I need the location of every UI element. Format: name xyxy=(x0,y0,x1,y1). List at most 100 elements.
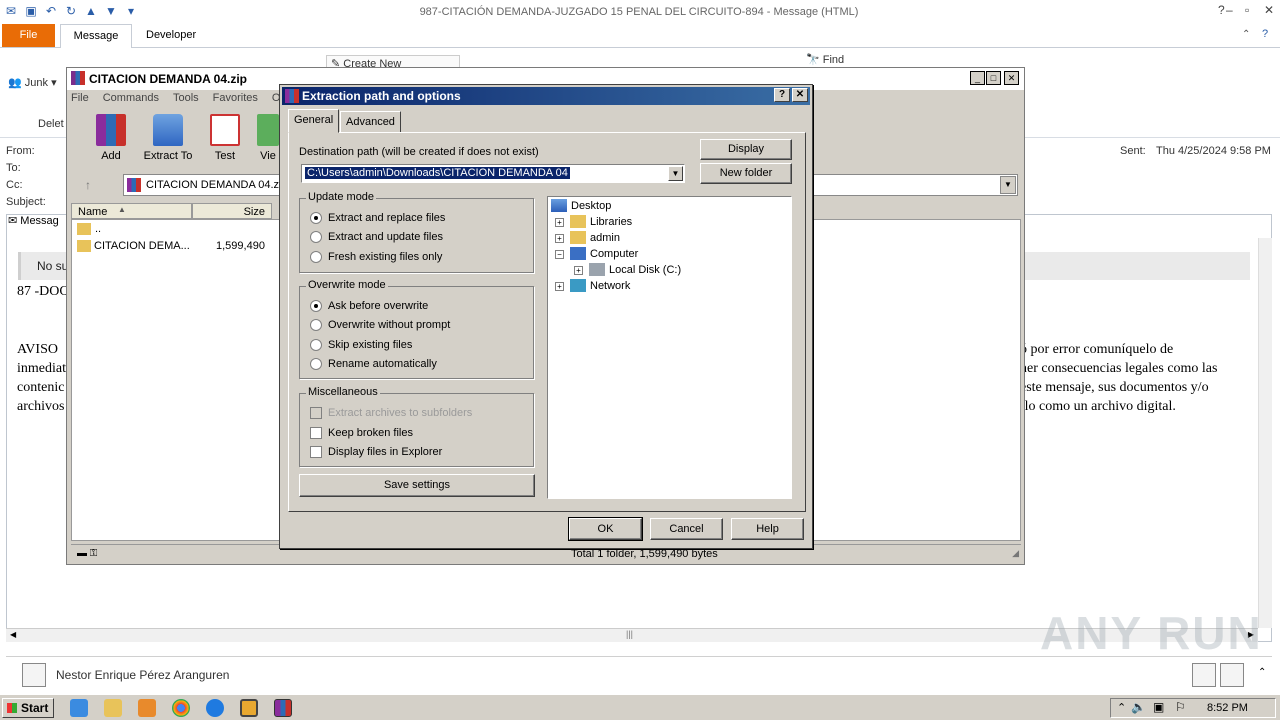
checkbox-display-in-explorer[interactable]: Display files in Explorer xyxy=(310,446,442,458)
radio-overwrite-without-prompt[interactable]: Overwrite without prompt xyxy=(310,319,450,331)
dialog-close-button[interactable]: ✕ xyxy=(792,88,808,102)
tree-item-desktop[interactable]: Desktop xyxy=(551,199,611,212)
aviso-right-line: rlo como un archivo digital. xyxy=(1020,399,1176,414)
winrar-taskbar-icon[interactable] xyxy=(274,699,292,717)
resize-grip-icon[interactable]: ◢ xyxy=(1012,548,1019,559)
show-hidden-icons[interactable]: ⌃ xyxy=(1117,701,1126,714)
radio-extract-replace[interactable]: Extract and replace files xyxy=(310,212,445,224)
action-center-flag-icon[interactable]: ⚐ xyxy=(1175,700,1186,714)
tree-item-libraries[interactable]: Libraries xyxy=(570,215,632,228)
dialog-title: Extraction path and options xyxy=(302,89,461,103)
ribbon-help-icon[interactable]: ? xyxy=(1262,28,1268,40)
status-text: Total 1 folder, 1,599,490 bytes xyxy=(571,548,718,560)
outlook-taskbar-icon[interactable] xyxy=(240,699,258,717)
toolbar-extract-to[interactable]: Extract To xyxy=(139,114,197,162)
list-row-folder[interactable]: CITACION DEMA... 1,599,490 xyxy=(75,238,275,254)
expand-local-disk-icon[interactable]: + xyxy=(574,266,583,275)
contact-avatar[interactable] xyxy=(22,663,46,687)
tree-item-local-disk[interactable]: Local Disk (C:) xyxy=(589,263,681,276)
ok-button[interactable]: OK xyxy=(568,517,643,541)
explorer-icon[interactable] xyxy=(104,699,122,717)
cancel-button[interactable]: Cancel xyxy=(650,518,723,540)
ie-icon[interactable] xyxy=(70,699,88,717)
clock[interactable]: 8:52 PM xyxy=(1207,702,1248,714)
menu-file[interactable]: File xyxy=(71,92,89,110)
maximize-button[interactable]: ▫ xyxy=(1245,3,1249,17)
update-mode-title: Update mode xyxy=(306,191,377,203)
toolbar-test[interactable]: Test xyxy=(199,114,251,162)
radio-fresh-existing[interactable]: Fresh existing files only xyxy=(310,251,442,263)
radio-skip-existing[interactable]: Skip existing files xyxy=(310,339,412,351)
winrar-maximize-button[interactable]: □ xyxy=(986,71,1001,85)
tab-advanced[interactable]: Advanced xyxy=(340,111,401,133)
checkbox-icon xyxy=(310,446,322,458)
find-button[interactable]: 🔭 Find xyxy=(806,53,844,66)
people-avatar-1[interactable] xyxy=(1192,663,1216,687)
expand-libraries-icon[interactable]: + xyxy=(555,218,564,227)
expand-admin-icon[interactable]: + xyxy=(555,234,564,243)
network-icon xyxy=(570,279,586,292)
tree-item-computer[interactable]: Computer xyxy=(570,247,638,260)
junk-button[interactable]: 👥 Junk ▾ xyxy=(8,76,57,89)
dropdown-arrow-icon[interactable]: ▼ xyxy=(668,166,683,181)
help-button[interactable]: Help xyxy=(731,518,804,540)
vertical-scrollbar[interactable] xyxy=(1258,238,1272,628)
edge-icon[interactable] xyxy=(206,699,224,717)
radio-extract-update[interactable]: Extract and update files xyxy=(310,231,443,243)
minimize-button[interactable]: – xyxy=(1226,3,1233,17)
list-row-parent[interactable]: .. xyxy=(75,221,275,237)
dialog-help-button[interactable]: ? xyxy=(774,88,790,102)
tree-item-network[interactable]: Network xyxy=(570,279,630,292)
subject-label: Subject: xyxy=(6,196,46,208)
delete-label[interactable]: Delet xyxy=(38,118,64,130)
media-player-icon[interactable] xyxy=(138,699,156,717)
window-title: 987-CITACIÓN DEMANDA-JUZGADO 15 PENAL DE… xyxy=(419,6,859,18)
menu-tools[interactable]: Tools xyxy=(173,92,199,110)
display-button[interactable]: Display xyxy=(700,139,792,160)
collapse-ribbon-icon[interactable]: ⌃ xyxy=(1242,29,1250,40)
winrar-minimize-button[interactable]: _ xyxy=(970,71,985,85)
radio-rename-automatically[interactable]: Rename automatically xyxy=(310,358,437,370)
checkbox-keep-broken[interactable]: Keep broken files xyxy=(310,427,413,439)
drive-icon[interactable]: ▬ ⚿ xyxy=(77,548,97,559)
misc-title: Miscellaneous xyxy=(306,386,380,398)
tab-general[interactable]: General xyxy=(288,109,340,133)
menu-commands[interactable]: Commands xyxy=(103,92,159,110)
scroll-thumb-grip[interactable]: ||| xyxy=(626,629,633,639)
expand-people-icon[interactable]: ⌃ xyxy=(1258,667,1266,678)
close-button[interactable]: ✕ xyxy=(1264,3,1274,17)
help-icon[interactable]: ? xyxy=(1218,3,1225,17)
tab-file[interactable]: File xyxy=(2,24,55,47)
network-tray-icon[interactable]: ▣ xyxy=(1153,700,1164,714)
new-folder-button[interactable]: New folder xyxy=(700,163,792,184)
scroll-left-icon[interactable]: ◀ xyxy=(10,630,16,639)
toolbar-add[interactable]: Add xyxy=(83,114,139,162)
winrar-close-button[interactable]: ✕ xyxy=(1004,71,1019,85)
destination-label: Destination path (will be created if doe… xyxy=(299,146,539,158)
save-settings-button[interactable]: Save settings xyxy=(299,474,535,497)
tab-developer[interactable]: Developer xyxy=(146,29,196,41)
chrome-icon[interactable] xyxy=(172,699,190,717)
contact-name[interactable]: Nestor Enrique Pérez Aranguren xyxy=(56,668,229,682)
tree-item-admin[interactable]: admin xyxy=(570,231,620,244)
expand-network-icon[interactable]: + xyxy=(555,282,564,291)
start-button[interactable]: Start xyxy=(2,698,54,718)
collapse-computer-icon[interactable]: − xyxy=(555,250,564,259)
toolbar-test-label: Test xyxy=(214,150,236,162)
from-label: From: xyxy=(6,145,35,157)
radio-ask-before-overwrite[interactable]: Ask before overwrite xyxy=(310,300,428,312)
aviso-left-column: AVISO inmediat contenic archivos xyxy=(17,340,66,416)
column-name-header[interactable]: Name ▲ xyxy=(71,203,192,219)
column-size-header[interactable]: Size xyxy=(192,203,272,219)
volume-icon[interactable]: 🔈 xyxy=(1131,700,1146,714)
tab-message[interactable]: Message xyxy=(60,24,132,48)
aviso-right-line: este mensaje, sus documentos y/o xyxy=(1020,380,1209,395)
destination-path-combo[interactable]: C:\Users\admin\Downloads\CITACION DEMAND… xyxy=(301,164,685,183)
message-strip[interactable]: ✉ Messag xyxy=(8,214,59,231)
path-dropdown-icon[interactable]: ▼ xyxy=(1000,176,1016,194)
menu-favorites[interactable]: Favorites xyxy=(213,92,258,110)
up-folder-icon[interactable]: ↑ xyxy=(85,178,91,192)
people-avatar-2[interactable] xyxy=(1220,663,1244,687)
people-pane: Nestor Enrique Pérez Aranguren ⌃ xyxy=(6,656,1272,692)
folder-tree[interactable]: Desktop + Libraries + admin − Computer +… xyxy=(547,196,792,499)
